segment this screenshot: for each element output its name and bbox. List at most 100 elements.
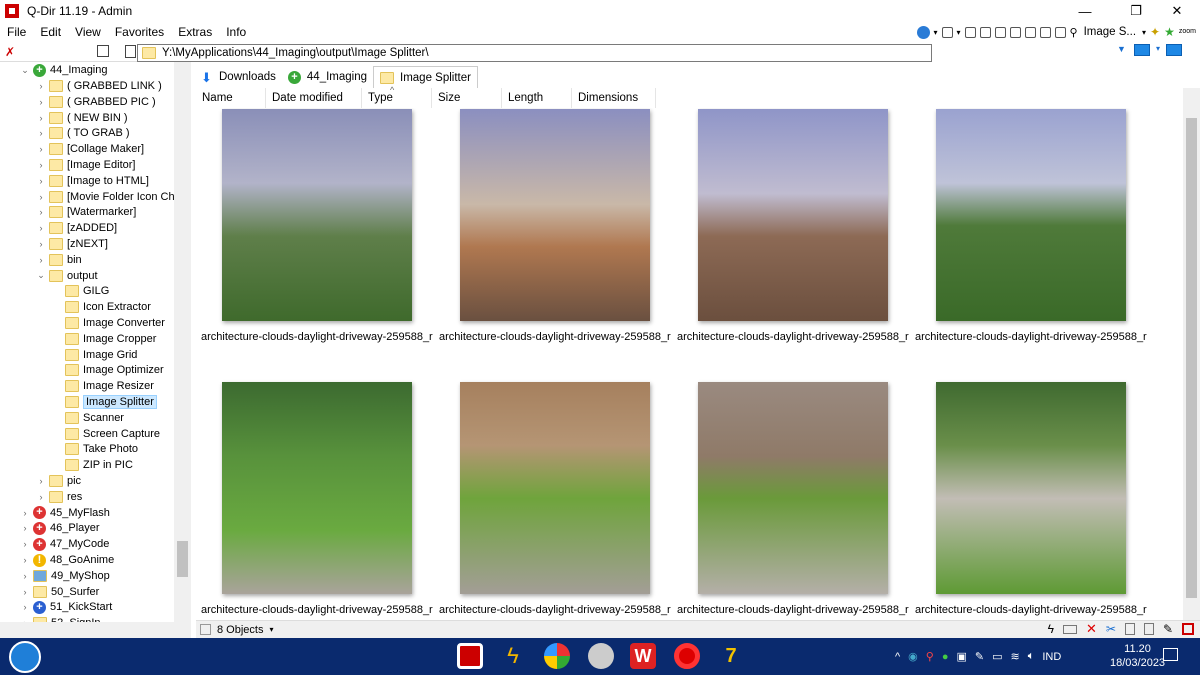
file-thumbnail[interactable]	[936, 382, 1126, 594]
tree-item[interactable]: › [Movie Folder Icon Cha	[36, 189, 181, 205]
clock[interactable]: 11.20 18/03/2023	[1110, 642, 1165, 670]
tab-image-splitter[interactable]: Image Splitter	[373, 66, 478, 88]
column-dimensions[interactable]: Dimensions	[572, 88, 656, 108]
volume-icon[interactable]: 🔈︎	[1028, 650, 1035, 663]
tree-item[interactable]: Image Cropper	[52, 331, 156, 347]
notification-icon[interactable]	[1163, 648, 1178, 661]
wps-taskbar-icon[interactable]: W	[630, 643, 656, 669]
column-date-modified[interactable]: Date modified	[266, 88, 362, 108]
tree-item[interactable]: › bin	[36, 252, 82, 268]
chevron-icon[interactable]: ›	[20, 571, 30, 581]
tree-item-44-imaging[interactable]: ⌄ + 44_Imaging	[20, 62, 108, 78]
file-name[interactable]: architecture-clouds-daylight-driveway-25…	[201, 331, 433, 343]
dropdown-icon[interactable]: ▾	[269, 625, 273, 634]
tree-item[interactable]: › +46_Player	[20, 520, 100, 536]
search-tray-icon[interactable]: ⚲	[926, 650, 934, 663]
tree-item[interactable]: Image Resizer	[52, 378, 154, 394]
tree-item[interactable]: › [Collage Maker]	[36, 141, 144, 157]
delete-icon[interactable]: ✕	[1086, 621, 1097, 637]
tree-item[interactable]: › ( GRABBED LINK )	[36, 78, 162, 94]
chevron-icon[interactable]: ›	[36, 476, 46, 486]
menu-edit[interactable]: Edit	[33, 25, 68, 39]
language-indicator[interactable]: IND	[1042, 651, 1061, 663]
tree-item[interactable]: › res	[36, 489, 82, 505]
column-length[interactable]: Length	[502, 88, 572, 108]
chevron-icon[interactable]: ›	[20, 523, 30, 533]
chevron-up-icon[interactable]: ^	[895, 651, 900, 663]
chevron-icon[interactable]: ›	[36, 128, 46, 138]
chevron-down-icon[interactable]: ⌄	[20, 65, 30, 76]
chevron-icon[interactable]: ›	[20, 555, 30, 565]
column-name[interactable]: Name	[196, 88, 266, 108]
tree-item[interactable]: Take Photo	[52, 441, 138, 457]
tree-item[interactable]: › 50_Surfer	[20, 584, 99, 600]
cut-icon[interactable]: ✂	[1106, 622, 1116, 636]
chevron-icon[interactable]: ›	[20, 508, 30, 518]
tree-scrollbar[interactable]	[174, 62, 191, 622]
tree-item[interactable]: Icon Extractor	[52, 299, 151, 315]
tree-item[interactable]: › [zNEXT]	[36, 236, 108, 252]
address-bar[interactable]: Y:\MyApplications\44_Imaging\output\Imag…	[137, 44, 932, 62]
pin-icon[interactable]: ✦	[1150, 25, 1160, 39]
wrench-icon[interactable]: ⚲	[1070, 26, 1078, 39]
chevron-icon[interactable]: ›	[36, 144, 46, 154]
file-thumbnail[interactable]	[222, 109, 412, 321]
qdir-taskbar-icon[interactable]	[457, 643, 483, 669]
file-name[interactable]: architecture-clouds-daylight-driveway-25…	[915, 331, 1147, 343]
chevron-icon[interactable]: ›	[36, 255, 46, 265]
chevron-icon[interactable]: ›	[36, 492, 46, 502]
tree-item[interactable]: › pic	[36, 473, 81, 489]
column-type[interactable]: Type ^	[362, 85, 432, 108]
layout-icon[interactable]	[964, 26, 976, 38]
file-thumbnail[interactable]	[936, 109, 1126, 321]
opera-taskbar-icon[interactable]	[674, 643, 700, 669]
file-thumbnail[interactable]	[460, 382, 650, 594]
tree-item[interactable]: › ( TO GRAB )	[36, 125, 130, 141]
layout-icon[interactable]	[1039, 26, 1051, 38]
tree-item[interactable]: GILG	[52, 283, 109, 299]
tree-item[interactable]: Image Converter	[52, 315, 165, 331]
tree-item[interactable]: ZIP in PIC	[52, 457, 133, 473]
tree-item[interactable]: › ( NEW BIN )	[36, 110, 128, 126]
tree-item[interactable]: › [Image Editor]	[36, 157, 135, 173]
tree-item[interactable]: ⌄ output	[36, 268, 98, 284]
eye-icon[interactable]: ◉	[908, 650, 918, 663]
chevron-icon[interactable]: ›	[20, 587, 30, 597]
chevron-icon[interactable]: ›	[36, 223, 46, 233]
layout-icon[interactable]	[979, 26, 991, 38]
address-dropdown-icon[interactable]: ▼	[1117, 44, 1126, 54]
tree-item[interactable]: › +51_KickStart	[20, 599, 112, 615]
globe-tray-icon[interactable]: ●	[942, 651, 949, 663]
chevron-icon[interactable]: ›	[20, 539, 30, 549]
menu-extras[interactable]: Extras	[171, 25, 219, 39]
layout-icon[interactable]	[1024, 26, 1036, 38]
layout-icon[interactable]	[1054, 26, 1066, 38]
chevron-icon[interactable]: ›	[36, 239, 46, 249]
minimize-button[interactable]: —	[1062, 0, 1108, 22]
layout-icon[interactable]	[941, 26, 953, 38]
tree-item[interactable]: Image Grid	[52, 347, 137, 363]
file-name[interactable]: architecture-clouds-daylight-driveway-25…	[677, 331, 909, 343]
menu-view[interactable]: View	[68, 25, 108, 39]
menu-info[interactable]: Info	[219, 25, 253, 39]
tree-item[interactable]: › +47_MyCode	[20, 536, 109, 552]
dropdown-icon[interactable]: ▾	[1156, 44, 1160, 56]
chevron-icon[interactable]: ⌄	[36, 270, 46, 281]
lightning-taskbar-icon[interactable]: ϟ	[500, 643, 526, 669]
qdir-small-icon[interactable]	[1182, 623, 1194, 635]
file-list-scroll-thumb[interactable]	[1186, 118, 1197, 598]
tree-item[interactable]: Image Optimizer	[52, 362, 164, 378]
image-splitter-dropdown[interactable]: Image S...	[1084, 26, 1136, 38]
dropdown-icon[interactable]: ▾	[1142, 28, 1146, 37]
chevron-icon[interactable]: ›	[36, 176, 46, 186]
start-button[interactable]	[9, 641, 41, 673]
tree-item[interactable]: Image Splitter	[52, 394, 157, 410]
file-name[interactable]: architecture-clouds-daylight-driveway-25…	[915, 604, 1147, 616]
tree-item[interactable]: ›! 48_GoAnime	[20, 552, 114, 568]
zoom-icon[interactable]: zoom	[1179, 28, 1196, 36]
chevron-icon[interactable]: ›	[36, 97, 46, 107]
menu-favorites[interactable]: Favorites	[108, 25, 171, 39]
tree-item[interactable]: › ( GRABBED PIC )	[36, 94, 156, 110]
edit-icon[interactable]: ✎	[1163, 622, 1173, 636]
tree-item[interactable]: › 49_MyShop	[20, 568, 110, 584]
